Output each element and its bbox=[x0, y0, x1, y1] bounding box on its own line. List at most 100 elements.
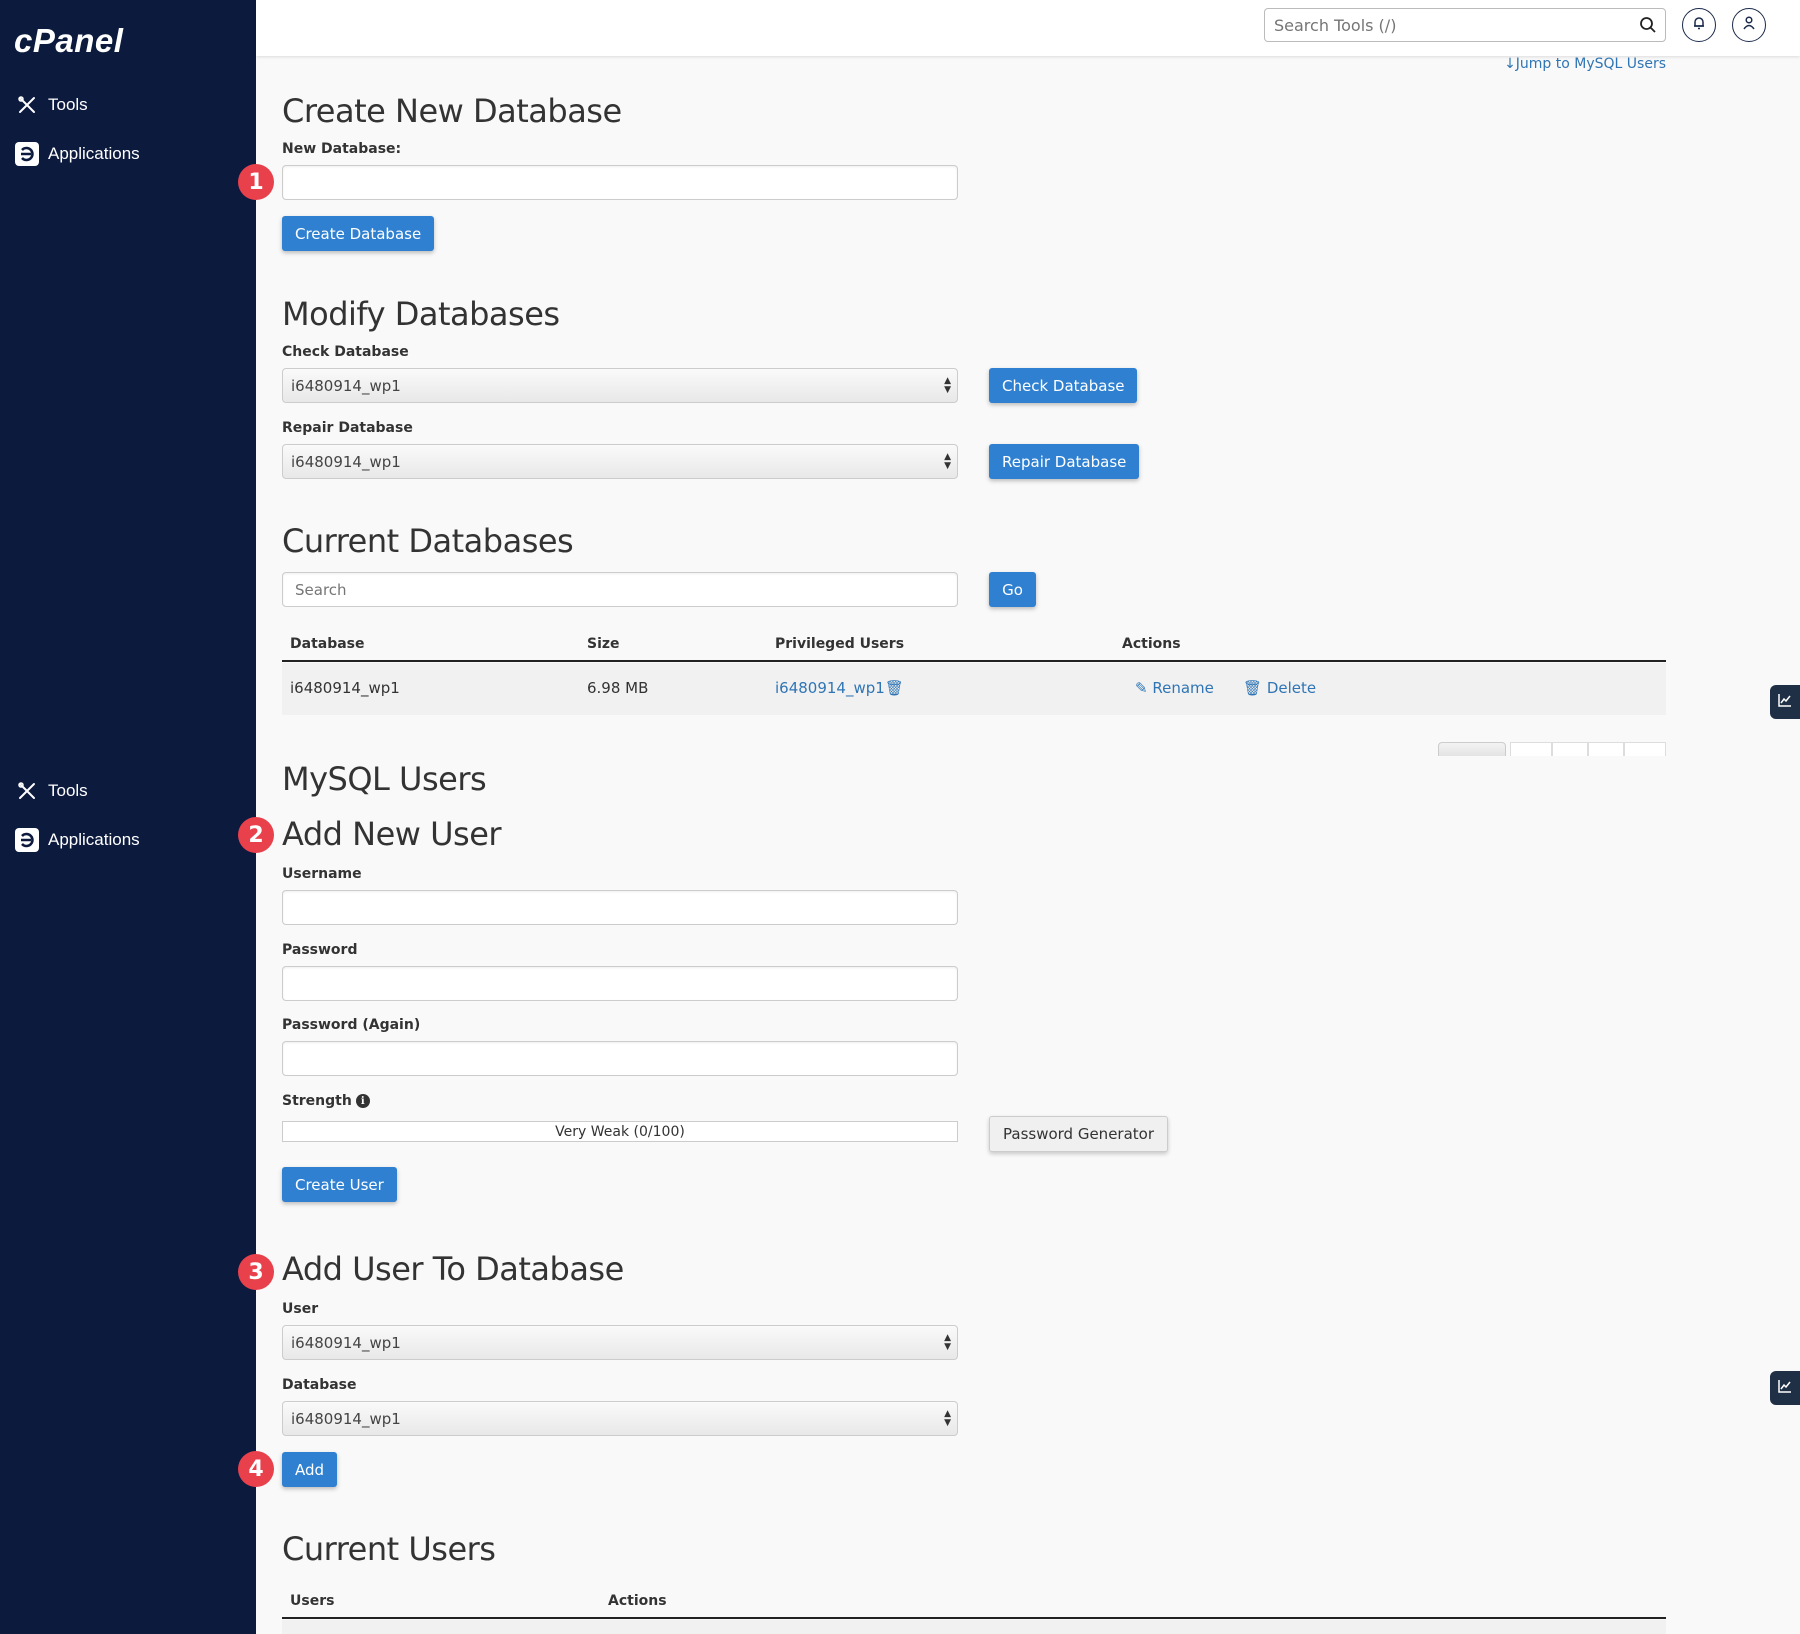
column-header-users[interactable]: Users bbox=[290, 1593, 334, 1609]
analytics-button[interactable] bbox=[1770, 1371, 1800, 1405]
step-badge-3: 3 bbox=[238, 1254, 274, 1290]
select-arrows-icon: ▲ ▼ bbox=[944, 1409, 951, 1428]
page-last-button[interactable] bbox=[1624, 742, 1666, 756]
sidebar-item-tools[interactable]: Tools bbox=[14, 777, 88, 805]
current-databases-title: Current Databases bbox=[282, 522, 574, 560]
sidebar: cPanel Tools Applications Tools Applicat… bbox=[0, 0, 256, 1634]
repair-database-label: Repair Database bbox=[282, 420, 413, 436]
analytics-button[interactable] bbox=[1770, 685, 1800, 719]
notifications-button[interactable] bbox=[1682, 8, 1716, 42]
repair-database-select[interactable]: i6480914_wp1 ▲ ▼ bbox=[282, 444, 958, 479]
database-select[interactable]: i6480914_wp1 ▲ ▼ bbox=[282, 1401, 958, 1436]
strength-text: Very Weak (0/100) bbox=[555, 1123, 685, 1140]
password-again-input[interactable] bbox=[283, 1042, 957, 1075]
rename-label: Rename bbox=[1152, 679, 1214, 697]
page-next-button[interactable] bbox=[1588, 742, 1624, 756]
username-label: Username bbox=[282, 866, 362, 882]
jump-to-mysql-users-link[interactable]: ↓Jump to MySQL Users bbox=[1504, 56, 1666, 72]
create-user-button[interactable]: Create User bbox=[282, 1167, 397, 1202]
database-size: 6.98 MB bbox=[587, 679, 649, 697]
cpanel-logo[interactable]: cPanel bbox=[14, 22, 123, 60]
sidebar-item-applications[interactable]: Applications bbox=[14, 826, 140, 854]
user-selected: i6480914_wp1 bbox=[291, 1333, 401, 1352]
page-first-button[interactable] bbox=[1510, 742, 1552, 756]
search-icon[interactable] bbox=[1639, 16, 1657, 38]
select-arrows-icon: ▲ ▼ bbox=[944, 376, 951, 395]
database-selected: i6480914_wp1 bbox=[291, 1409, 401, 1428]
column-header-actions: Actions bbox=[1122, 636, 1181, 652]
privileged-user-name[interactable]: i6480914_wp1 bbox=[775, 679, 885, 697]
tools-icon bbox=[14, 778, 40, 804]
sidebar-item-label: Tools bbox=[48, 95, 88, 114]
sidebar-item-tools[interactable]: Tools bbox=[14, 91, 88, 119]
create-database-title: Create New Database bbox=[282, 92, 622, 130]
users-table-header: Users Actions bbox=[282, 1583, 1666, 1619]
password-generator-button[interactable]: Password Generator bbox=[989, 1116, 1169, 1152]
user-select[interactable]: i6480914_wp1 ▲ ▼ bbox=[282, 1325, 958, 1360]
column-header-privileged-users: Privileged Users bbox=[775, 636, 905, 652]
username-input[interactable] bbox=[283, 891, 957, 924]
applications-icon bbox=[14, 141, 40, 167]
password-field[interactable] bbox=[282, 966, 958, 1001]
password-strength-meter: Very Weak (0/100) bbox=[282, 1121, 958, 1142]
new-database-field[interactable] bbox=[282, 165, 958, 200]
current-users-title: Current Users bbox=[282, 1530, 496, 1568]
chart-icon bbox=[1777, 692, 1793, 712]
mysql-users-title: MySQL Users bbox=[282, 760, 487, 798]
delete-link[interactable]: 🗑 Delete bbox=[1243, 679, 1316, 697]
database-name: i6480914_wp1 bbox=[290, 679, 400, 697]
add-user-to-database-title: Add User To Database bbox=[282, 1250, 624, 1288]
password-input[interactable] bbox=[283, 967, 957, 1000]
rename-link[interactable]: ✎ Rename bbox=[1135, 679, 1214, 697]
repair-database-selected: i6480914_wp1 bbox=[291, 452, 401, 471]
search-tools-field[interactable] bbox=[1264, 8, 1666, 42]
chart-icon bbox=[1777, 1378, 1793, 1398]
select-arrows-icon: ▲ ▼ bbox=[944, 452, 951, 471]
step-badge-1: 1 bbox=[238, 164, 274, 200]
check-database-label: Check Database bbox=[282, 344, 409, 360]
trash-icon: 🗑 bbox=[1243, 679, 1263, 697]
privileged-user-link[interactable]: i6480914_wp1🗑 bbox=[775, 679, 904, 697]
check-database-button[interactable]: Check Database bbox=[989, 368, 1138, 403]
table-row bbox=[282, 1620, 1666, 1634]
table-row: i6480914_wp1 6.98 MB i6480914_wp1🗑 ✎ Ren… bbox=[282, 663, 1666, 715]
create-database-button[interactable]: Create Database bbox=[282, 216, 435, 251]
add-user-to-database-button[interactable]: Add bbox=[282, 1452, 337, 1487]
sidebar-item-label: Tools bbox=[48, 781, 88, 800]
page-size-select[interactable] bbox=[1438, 742, 1506, 756]
pagination-controls[interactable] bbox=[1372, 742, 1666, 756]
add-new-user-title: Add New User bbox=[282, 815, 502, 853]
password-label: Password bbox=[282, 942, 358, 958]
info-icon[interactable]: i bbox=[355, 1094, 370, 1108]
database-label: Database bbox=[282, 1377, 357, 1393]
sidebar-item-applications[interactable]: Applications bbox=[14, 140, 140, 168]
tools-icon bbox=[14, 92, 40, 118]
pencil-icon: ✎ bbox=[1135, 679, 1148, 697]
username-field[interactable] bbox=[282, 890, 958, 925]
page-prev-button[interactable] bbox=[1552, 742, 1588, 756]
select-arrows-icon: ▲ ▼ bbox=[944, 1333, 951, 1352]
user-label: User bbox=[282, 1301, 319, 1317]
bell-icon bbox=[1691, 15, 1707, 35]
go-button[interactable]: Go bbox=[989, 572, 1036, 607]
delete-label: Delete bbox=[1266, 679, 1317, 697]
check-database-select[interactable]: i6480914_wp1 ▲ ▼ bbox=[282, 368, 958, 403]
sidebar-item-label: Applications bbox=[48, 830, 140, 849]
database-search-input[interactable] bbox=[283, 573, 957, 606]
new-database-label: New Database: bbox=[282, 141, 402, 157]
new-database-input[interactable] bbox=[283, 166, 957, 199]
step-badge-4: 4 bbox=[238, 1451, 274, 1487]
column-header-size[interactable]: Size bbox=[587, 636, 620, 652]
repair-database-button[interactable]: Repair Database bbox=[989, 444, 1140, 479]
search-tools-input[interactable] bbox=[1265, 9, 1625, 41]
revoke-trash-icon[interactable]: 🗑 bbox=[885, 679, 904, 697]
user-menu-button[interactable] bbox=[1732, 8, 1766, 42]
password-again-field[interactable] bbox=[282, 1041, 958, 1076]
modify-databases-title: Modify Databases bbox=[282, 295, 560, 333]
check-database-selected: i6480914_wp1 bbox=[291, 376, 401, 395]
database-search-field[interactable] bbox=[282, 572, 958, 607]
step-badge-2: 2 bbox=[238, 817, 274, 853]
column-header-actions: Actions bbox=[608, 1593, 667, 1609]
databases-table-header: Database Size Privileged Users Actions bbox=[282, 626, 1666, 662]
column-header-database[interactable]: Database bbox=[290, 636, 365, 652]
